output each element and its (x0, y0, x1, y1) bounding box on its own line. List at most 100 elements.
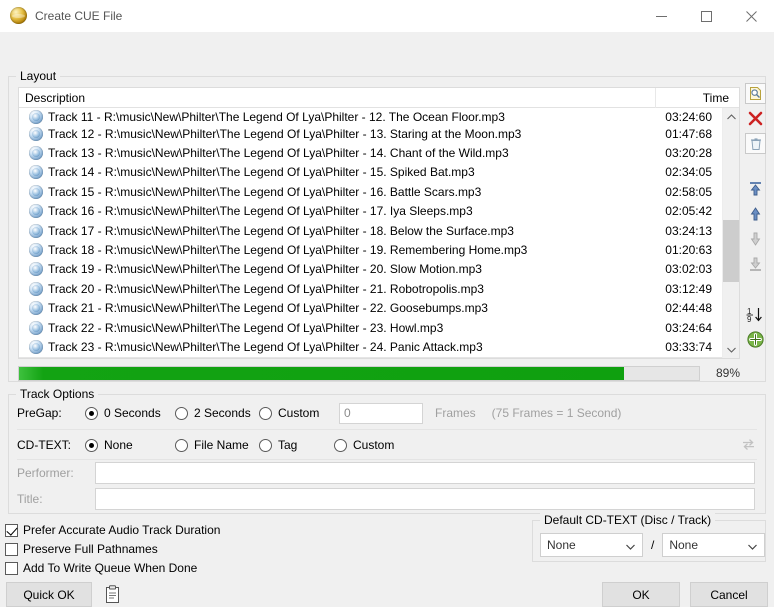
audio-file-icon (29, 243, 43, 258)
title-field[interactable] (95, 488, 755, 510)
radio-cdtext-custom[interactable]: Custom (334, 438, 394, 452)
bottom-checkbox-list: Prefer Accurate Audio Track Duration Pres… (5, 522, 220, 579)
table-row[interactable]: Track 21 - R:\music\New\Philter\The Lege… (19, 299, 722, 318)
progress-percent-label: 89% (715, 366, 740, 380)
clipboard-icon[interactable] (104, 585, 121, 604)
move-to-top-icon[interactable] (745, 178, 766, 199)
radio-label: Custom (353, 438, 395, 452)
radio-dot (85, 406, 98, 420)
pregap-row: PreGap: 0 Seconds 2 Seconds Custom Frame… (17, 402, 621, 424)
table-row[interactable]: Track 12 - R:\music\New\Philter\The Lege… (19, 124, 722, 143)
radio-cdtext-none[interactable]: None (85, 438, 175, 452)
cancel-button[interactable]: Cancel (690, 582, 768, 607)
column-header-description[interactable]: Description (19, 88, 655, 108)
row-time: 02:05:42 (665, 204, 712, 219)
default-cdtext-legend: Default CD-TEXT (Disc / Track) (540, 513, 716, 527)
bottom-right-actions: OK Cancel (602, 582, 768, 607)
move-to-bottom-icon[interactable] (745, 253, 766, 274)
row-time: 02:34:05 (665, 165, 712, 180)
radio-pregap-custom[interactable]: Custom (259, 406, 334, 420)
table-row[interactable]: Track 18 - R:\music\New\Philter\The Lege… (19, 240, 722, 259)
swap-arrows-icon[interactable] (737, 433, 759, 455)
table-row[interactable]: Track 22 - R:\music\New\Philter\The Lege… (19, 318, 722, 337)
move-down-icon[interactable] (745, 228, 766, 249)
radio-pregap-0-seconds[interactable]: 0 Seconds (85, 406, 175, 420)
table-row[interactable]: Track 16 - R:\music\New\Philter\The Lege… (19, 202, 722, 221)
radio-dot (175, 438, 188, 452)
checkbox-preserve-full-pathnames[interactable]: Preserve Full Pathnames (5, 541, 220, 557)
table-row[interactable]: Track 13 - R:\music\New\Philter\The Lege… (19, 143, 722, 162)
table-row[interactable]: Track 17 - R:\music\New\Philter\The Lege… (19, 221, 722, 240)
layout-group: Layout Description Time Track 11 - R:\mu… (8, 69, 766, 382)
row-description: Track 14 - R:\music\New\Philter\The Lege… (48, 165, 475, 180)
audio-file-icon (29, 339, 43, 354)
row-description: Track 23 - R:\music\New\Philter\The Lege… (48, 339, 483, 354)
row-time: 02:44:48 (665, 301, 712, 316)
scrollbar-thumb[interactable] (723, 220, 739, 282)
listview-rows: Track 11 - R:\music\New\Philter\The Lege… (19, 108, 722, 358)
delete-trash-icon[interactable] (745, 133, 766, 154)
checkbox-box (5, 542, 18, 556)
listview-scrollbar[interactable] (722, 108, 739, 358)
row-description: Track 20 - R:\music\New\Philter\The Lege… (48, 281, 484, 296)
row-description: Track 22 - R:\music\New\Philter\The Lege… (48, 320, 444, 335)
table-row[interactable]: Track 14 - R:\music\New\Philter\The Lege… (19, 163, 722, 182)
checkbox-add-to-write-queue-when-done[interactable]: Add To Write Queue When Done (5, 560, 220, 576)
minimize-icon[interactable] (639, 0, 684, 32)
checkbox-prefer-accurate-audio-track-duration[interactable]: Prefer Accurate Audio Track Duration (5, 522, 220, 538)
pregap-label: PreGap: (17, 406, 62, 420)
pregap-custom-frames-input[interactable] (339, 402, 423, 424)
table-row[interactable]: Track 20 - R:\music\New\Philter\The Lege… (19, 279, 722, 298)
preview-file-icon[interactable] (745, 83, 766, 104)
maximize-icon[interactable] (684, 0, 729, 32)
title-label: Title: (17, 492, 43, 506)
move-up-icon[interactable] (745, 203, 766, 224)
close-icon[interactable] (729, 0, 774, 32)
scroll-down-icon[interactable] (723, 341, 739, 358)
row-time: 03:02:03 (665, 262, 712, 277)
sort-numeric-icon[interactable]: 1 9 (745, 304, 766, 325)
performer-field[interactable] (95, 462, 755, 484)
audio-file-icon (29, 223, 43, 238)
radio-label: 2 Seconds (194, 406, 251, 420)
dialog-client-area: Layout Description Time Track 11 - R:\mu… (0, 32, 774, 607)
table-row[interactable]: Track 19 - R:\music\New\Philter\The Lege… (19, 260, 722, 279)
track-listview[interactable]: Description Time Track 11 - R:\music\New… (18, 87, 740, 359)
table-row[interactable]: Track 15 - R:\music\New\Philter\The Lege… (19, 182, 722, 201)
track-options-legend: Track Options (16, 387, 99, 401)
listview-header: Description Time (19, 88, 739, 108)
default-cdtext-disc-select[interactable]: None (540, 533, 643, 557)
default-cdtext-track-select[interactable]: None (662, 533, 766, 557)
remove-red-x-icon[interactable] (745, 108, 766, 129)
progress-bar-fill (19, 366, 625, 380)
table-row[interactable]: Track 23 - R:\music\New\Philter\The Lege… (19, 337, 722, 356)
audio-file-icon (29, 320, 43, 335)
column-header-time[interactable]: Time (655, 88, 739, 108)
quick-ok-button[interactable]: Quick OK (6, 582, 92, 607)
row-time: 03:12:49 (665, 281, 712, 296)
checkbox-label: Preserve Full Pathnames (23, 542, 158, 556)
row-time: 03:24:13 (665, 223, 712, 238)
row-description: Track 18 - R:\music\New\Philter\The Lege… (48, 243, 528, 258)
radio-dot (259, 406, 272, 420)
row-time: 03:20:28 (665, 146, 712, 161)
scrollbar-track[interactable] (723, 125, 739, 341)
window-controls (639, 0, 774, 32)
radio-cdtext-file-name[interactable]: File Name (175, 438, 259, 452)
audio-file-icon (29, 146, 43, 161)
cd-disc-icon (10, 7, 27, 24)
radio-cdtext-tag[interactable]: Tag (259, 438, 334, 452)
ok-button[interactable]: OK (602, 582, 680, 607)
radio-pregap-2-seconds[interactable]: 2 Seconds (175, 406, 259, 420)
window-title: Create CUE File (35, 8, 123, 23)
row-time: 03:24:60 (665, 110, 712, 124)
track-options-group: Track Options PreGap: 0 Seconds 2 Second… (8, 387, 766, 514)
audio-file-icon (29, 301, 43, 316)
add-green-plus-icon[interactable] (745, 329, 766, 350)
divider (17, 429, 757, 430)
scroll-up-icon[interactable] (723, 108, 739, 125)
table-row[interactable]: Track 24 - R:\music\New\Philter\The Lege… (19, 356, 722, 358)
default-cdtext-group: Default CD-TEXT (Disc / Track) None / No… (532, 513, 766, 562)
audio-file-icon (29, 165, 43, 180)
table-row[interactable]: Track 11 - R:\music\New\Philter\The Lege… (19, 108, 722, 124)
